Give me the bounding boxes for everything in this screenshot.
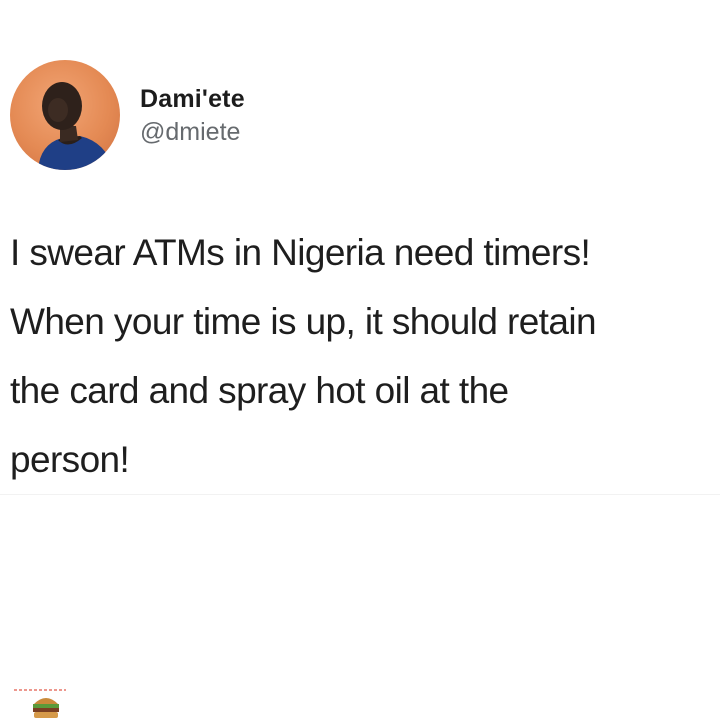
tweet-text: I swear ATMs in Nigeria need timers! Whe… (10, 232, 597, 480)
author-info: Dami'ete @dmiete (140, 84, 245, 148)
sandwich-emoji-icon (10, 684, 68, 720)
divider (0, 494, 720, 495)
tweet-card: Dami'ete @dmiete I swear ATMs in Nigeria… (0, 0, 720, 720)
author-avatar[interactable] (10, 60, 120, 170)
profile-photo-icon (38, 82, 114, 170)
author-handle[interactable]: @dmiete (140, 116, 245, 148)
author-display-name[interactable]: Dami'ete (140, 84, 245, 114)
